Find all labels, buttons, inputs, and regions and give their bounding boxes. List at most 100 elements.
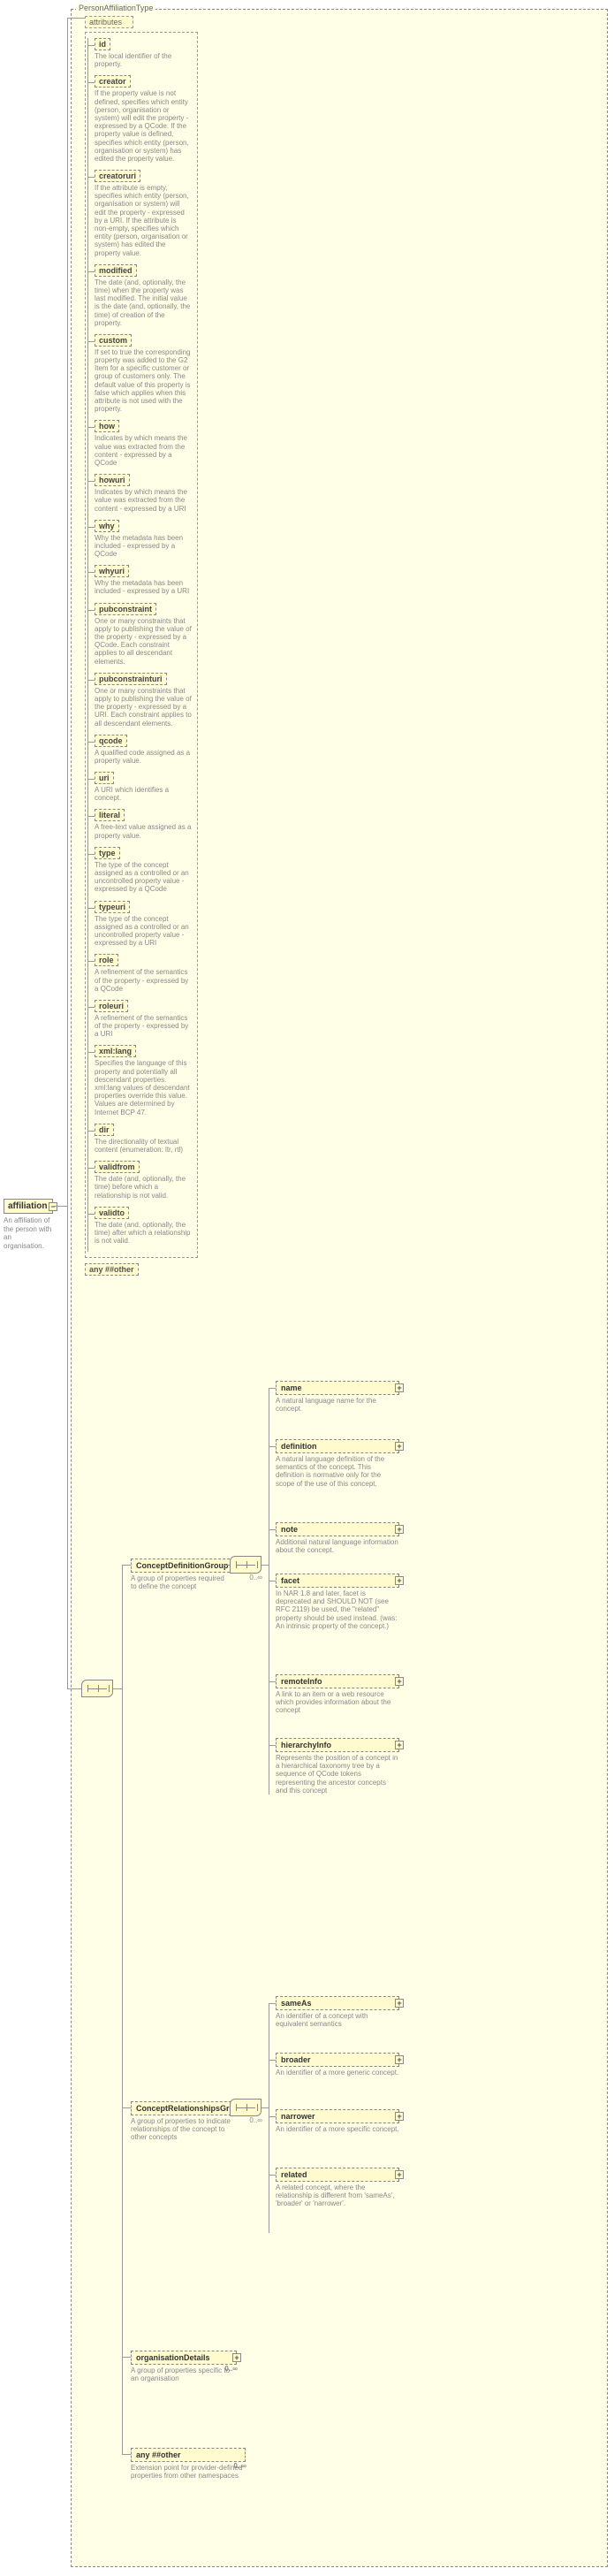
connector xyxy=(53,1206,67,1207)
connector xyxy=(87,1131,95,1132)
connector xyxy=(269,1446,276,1447)
element-desc: A natural language definition of the sem… xyxy=(276,1455,399,1488)
attributes-panel: attributes idThe local identifier of the… xyxy=(85,16,198,1276)
attribute-item: whyWhy the metadata has been included - … xyxy=(95,520,194,559)
connector xyxy=(87,38,88,1252)
connector xyxy=(87,742,95,743)
affiliation-desc: An affiliation of the person with an org… xyxy=(4,1216,53,1250)
connector xyxy=(87,779,95,780)
child-element: facet+In NAR 1.8 and later, facet is dep… xyxy=(276,1574,399,1630)
connector xyxy=(269,2175,276,2176)
element-label: definition xyxy=(281,1442,317,1451)
child-element: sameAs+An identifier of a concept with e… xyxy=(276,1996,399,2028)
element-label: hierarchyInfo xyxy=(281,1741,331,1749)
element-label: organisationDetails xyxy=(136,2353,210,2362)
attribute-name: custom xyxy=(95,334,132,347)
attribute-name: how xyxy=(95,420,119,432)
group-label: ConceptDefinitionGroup xyxy=(136,1561,229,1570)
attribute-desc: The date (and, optionally, the time) aft… xyxy=(95,1221,192,1246)
attribute-name: type xyxy=(95,847,120,859)
connector xyxy=(87,177,95,178)
attribute-desc: If the attribute is empty, specifies whi… xyxy=(95,184,192,257)
connector xyxy=(269,2060,276,2061)
organisation-details: organisationDetails + 0..∞ A group of pr… xyxy=(131,2351,237,2382)
connector xyxy=(269,1681,276,1682)
connector xyxy=(122,2357,131,2358)
connector xyxy=(87,961,95,962)
attribute-item: howuriIndicates by which means the value… xyxy=(95,474,194,513)
attribute-name: modified xyxy=(95,264,137,277)
expand-icon[interactable]: + xyxy=(395,2112,404,2121)
connector xyxy=(122,2107,131,2108)
attribute-item: validto The date (and, optionally, the ti… xyxy=(95,1207,194,1246)
cardinality: 0..∞ xyxy=(249,1574,262,1581)
element-desc: A natural language name for the concept. xyxy=(276,1397,399,1413)
affiliation-label: affiliation xyxy=(8,1201,47,1211)
attribute-desc: The type of the concept assigned as a co… xyxy=(95,861,192,894)
connector xyxy=(269,1388,276,1389)
attribute-desc: Indicates by which means the value was e… xyxy=(95,488,192,513)
element-label: related xyxy=(281,2170,307,2179)
element-label: sameAs xyxy=(281,1999,312,2008)
attribute-desc: One or many constraints that apply to pu… xyxy=(95,617,192,666)
attribute-name: roleuri xyxy=(95,1000,128,1012)
attribute-item: creatoruri If the attribute is empty, spe… xyxy=(95,170,194,257)
expand-icon[interactable]: + xyxy=(395,1525,404,1534)
connector xyxy=(262,2107,269,2108)
connector xyxy=(87,341,95,342)
attribute-item: type The type of the concept assigned as … xyxy=(95,847,194,894)
sequence-icon: 0..∞ xyxy=(230,1556,262,1574)
attribute-desc: A qualified code assigned as a property … xyxy=(95,749,192,765)
element-desc: A related concept, where the relationshi… xyxy=(276,2184,399,2208)
connector xyxy=(122,2454,131,2455)
element-desc: Represents the position of a concept in … xyxy=(276,1754,399,1795)
element-desc: A group of properties specific to an org… xyxy=(131,2366,237,2382)
connector xyxy=(269,1745,276,1746)
child-element: hierarchyInfo+Represents the position of… xyxy=(276,1738,399,1795)
expand-icon[interactable]: + xyxy=(395,1741,404,1749)
element-desc: An identifier of a more specific concept… xyxy=(276,2125,399,2133)
element-desc: Extension point for provider-defined pro… xyxy=(131,2464,246,2480)
group-label: ConceptRelationshipsGroup xyxy=(136,2104,244,2113)
expand-icon[interactable]: + xyxy=(395,2055,404,2064)
child-element: definition+A natural language definition… xyxy=(276,1439,399,1488)
connector xyxy=(87,1052,95,1053)
attribute-desc: A free-text value assigned as a property… xyxy=(95,823,192,839)
expand-icon[interactable]: + xyxy=(395,1442,404,1451)
attribute-name: qcode xyxy=(95,735,127,747)
any-other-attr: any ##other xyxy=(85,1263,139,1276)
element-label: remoteInfo xyxy=(281,1677,322,1686)
attribute-item: qcode A qualified code assigned as a prop… xyxy=(95,735,194,765)
expand-icon[interactable]: + xyxy=(232,2353,241,2362)
element-desc: A link to an item or a web resource whic… xyxy=(276,1690,399,1715)
attribute-name: validto xyxy=(95,1207,129,1219)
attribute-name: role xyxy=(95,954,118,966)
expand-icon[interactable]: + xyxy=(395,1576,404,1585)
connector xyxy=(87,680,95,681)
connector xyxy=(87,481,95,482)
cardinality: 0..∞ xyxy=(224,2365,238,2373)
attribute-name: whyuri xyxy=(95,565,129,577)
attribute-item: roleuriA refinement of the semantics of … xyxy=(95,1000,194,1039)
cardinality: 0..∞ xyxy=(233,2462,246,2470)
attribute-name: creatoruri xyxy=(95,170,140,182)
cardinality: 0..∞ xyxy=(249,2116,262,2124)
type-label: PersonAffiliationType xyxy=(76,4,155,12)
expand-icon[interactable]: + xyxy=(395,1999,404,2008)
attribute-name: creator xyxy=(95,75,131,88)
connector xyxy=(87,527,95,528)
attribute-desc: Why the metadata has been included - exp… xyxy=(95,534,192,559)
attribute-item: validfromThe date (and, optionally, the … xyxy=(95,1161,194,1200)
expand-icon[interactable]: + xyxy=(395,2170,404,2179)
element-label: any ##other xyxy=(136,2450,181,2459)
attribute-item: pubconstraintOne or many constraints tha… xyxy=(95,603,194,666)
attribute-desc: Indicates by which means the value was e… xyxy=(95,434,192,467)
sequence-icon xyxy=(81,1680,113,1697)
expand-icon[interactable]: + xyxy=(395,1677,404,1686)
attributes-header[interactable]: attributes xyxy=(85,16,133,28)
connector xyxy=(87,854,95,855)
connector xyxy=(122,1565,131,1566)
expand-icon[interactable]: + xyxy=(395,1383,404,1392)
attribute-name: dir xyxy=(95,1124,114,1136)
connector xyxy=(67,18,68,1206)
